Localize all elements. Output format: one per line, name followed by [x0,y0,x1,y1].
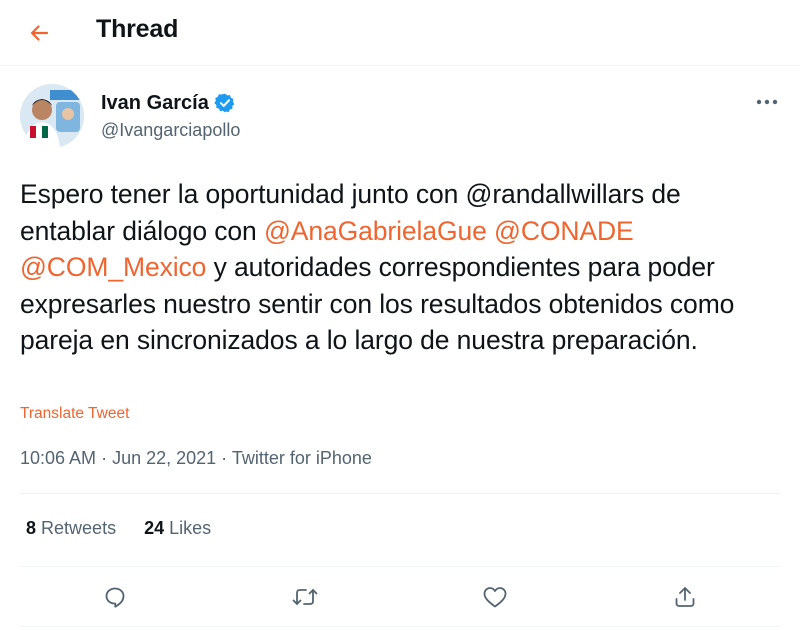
like-button[interactable] [478,580,512,614]
meta-separator: · [216,448,232,468]
divider [20,626,780,627]
mention-link[interactable]: @AnaGabrielaGue [264,216,487,246]
tweet-meta: 10:06 AM · Jun 22, 2021 · Twitter for iP… [20,448,372,469]
retweet-button[interactable] [288,580,322,614]
divider [20,493,780,494]
translate-tweet-link[interactable]: Translate Tweet [20,405,129,423]
retweet-icon [292,589,318,605]
retweets-count: 8 [26,518,37,538]
author-handle[interactable]: @Ivangarciapollo [101,120,240,141]
more-icon [756,99,778,105]
author-name[interactable]: Ivan García [101,92,209,115]
tweet-text-space [487,216,494,246]
back-button[interactable] [20,14,58,52]
arrow-left-icon [30,25,49,41]
mention-link[interactable]: @COM_Mexico [20,252,206,282]
tweet-time[interactable]: 10:06 AM [20,448,96,468]
tweet-actions [0,574,800,620]
likes-stat[interactable]: 24 Likes [144,518,211,539]
reply-icon [105,587,125,608]
retweets-label: Retweets [41,518,117,538]
reply-button[interactable] [98,580,132,614]
tweet-stats: 8 Retweets 24 Likes [26,518,239,539]
like-icon [483,587,507,608]
tweet-date[interactable]: Jun 22, 2021 [112,448,216,468]
likes-count: 24 [144,518,165,538]
tweet-source[interactable]: Twitter for iPhone [232,448,372,468]
avatar[interactable] [20,84,84,148]
thread-header: Thread [0,0,800,66]
more-options-button[interactable] [750,88,784,116]
tweet-text: Espero tener la oportunidad junto con @r… [20,176,780,359]
tweet-author: Ivan García @Ivangarciapollo [101,90,240,141]
avatar-image [20,84,84,148]
likes-label: Likes [169,518,212,538]
mention-link[interactable]: @CONADE [494,216,634,246]
share-button[interactable] [668,580,702,614]
divider [20,566,780,567]
verified-badge-icon [214,93,235,113]
page-title: Thread [96,15,179,43]
share-icon [675,587,695,607]
meta-separator: · [96,448,113,468]
retweets-stat[interactable]: 8 Retweets [26,518,116,539]
